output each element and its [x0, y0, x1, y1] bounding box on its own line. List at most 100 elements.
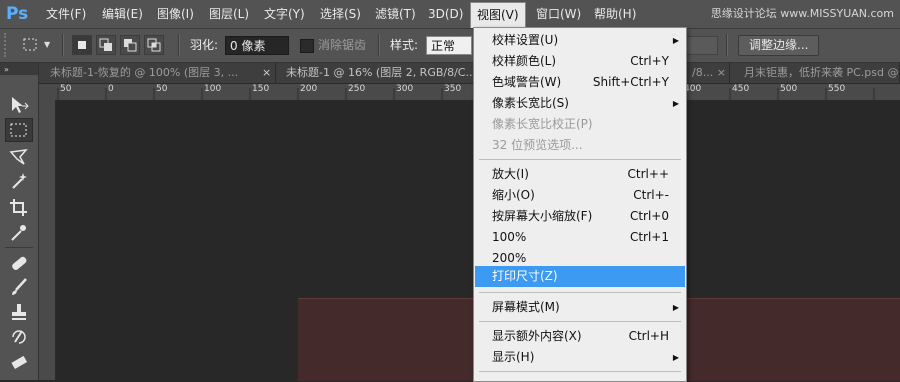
menu-item-screen-mode[interactable]: 屏幕模式(M) ▶ [475, 297, 685, 318]
tab-document-2[interactable]: 未标题-1 @ 16% (图层 2, RGB/8/C... [280, 63, 480, 83]
menu-filter[interactable]: 滤镜(T) [369, 0, 422, 28]
menu-item-label: 校样设置(U) [492, 33, 559, 47]
separator [62, 34, 64, 56]
ruler-label: 450 [732, 84, 750, 94]
menu-type[interactable]: 文字(Y) [258, 0, 311, 28]
crop-tool-icon[interactable] [5, 195, 33, 219]
menu-image[interactable]: 图像(I) [151, 0, 200, 28]
menu-item-label: 屏幕模式(M) [492, 300, 560, 314]
horizontal-ruler: 50 0 50 100 150 200 250 300 350 400 450 … [39, 84, 900, 101]
menu-item-label: 像素长宽比校正(P) [492, 117, 593, 131]
tab-document-1[interactable]: 未标题-1-恢复的 @ 100% (图层 3, ... × [44, 63, 276, 83]
menu-separator [479, 159, 681, 160]
menu-item-label: 打印尺寸(Z) [492, 269, 558, 283]
feather-input[interactable]: 0 像素 [225, 36, 289, 55]
menu-help[interactable]: 帮助(H) [588, 0, 642, 28]
ruler-ticks [57, 88, 875, 100]
menu-item-shortcut: Ctrl+Y [630, 54, 669, 68]
marquee-tool-icon[interactable] [5, 118, 33, 142]
antialias-checkbox[interactable] [300, 39, 314, 53]
tab-document-4[interactable]: 月末钜惠，低折来袭 PC.psd @ [738, 63, 900, 83]
watermark-text: 思缘设计论坛 www.MISSYUAN.com [710, 7, 894, 20]
menu-item-zoom-in[interactable]: 放大(I) Ctrl++ [475, 164, 685, 185]
ruler-label: 300 [396, 84, 414, 94]
history-brush-icon[interactable] [5, 325, 33, 349]
menu-item-fit-screen[interactable]: 按屏幕大小缩放(F) Ctrl+0 [475, 206, 685, 227]
menu-select[interactable]: 选择(S) [314, 0, 367, 28]
eyedropper-icon[interactable] [5, 220, 33, 244]
menu-window[interactable]: 窗口(W) [530, 0, 587, 28]
magic-wand-icon[interactable] [5, 169, 33, 193]
menu-item-shortcut: Ctrl+- [633, 188, 669, 202]
new-selection-icon[interactable] [72, 35, 92, 55]
clone-stamp-icon[interactable] [5, 300, 33, 324]
menu-item-label: 100% [492, 230, 527, 244]
intersect-selection-icon[interactable] [144, 35, 164, 55]
menu-separator [479, 321, 681, 322]
vertical-ruler [39, 100, 56, 380]
tab-label: /8... × [692, 66, 726, 79]
menu-item-zoom-out[interactable]: 缩小(O) Ctrl+- [475, 185, 685, 206]
refine-edge-button[interactable]: 调整边缘... [738, 35, 820, 56]
menu-item-label: 像素长宽比(S) [492, 96, 569, 110]
menu-view[interactable]: 视图(V) [470, 2, 526, 28]
marquee-preset-icon[interactable] [22, 37, 40, 53]
ruler-label: 200 [300, 84, 318, 94]
separator [178, 34, 180, 56]
subtract-selection-icon[interactable] [120, 35, 140, 55]
healing-brush-icon[interactable] [5, 251, 33, 275]
feather-label: 羽化: [190, 38, 219, 52]
tools-panel-header[interactable]: » [0, 63, 38, 75]
menu-item-100-percent[interactable]: 100% Ctrl+1 [475, 227, 685, 248]
menu-item-gamut-warning[interactable]: 色域警告(W) Shift+Ctrl+Y [475, 72, 685, 93]
preset-dropdown-icon[interactable]: ▼ [44, 37, 54, 53]
menu-item-label: 显示额外内容(X) [492, 329, 582, 343]
lasso-tool-icon[interactable] [5, 145, 33, 169]
menu-item-32bit-preview: 32 位预览选项... [475, 135, 685, 156]
ruler-label: 50 [60, 84, 72, 94]
menu-edit[interactable]: 编辑(E) [96, 0, 149, 28]
menu-item-label: 显示(H) [492, 350, 535, 364]
menu-item-show-extras[interactable]: 显示额外内容(X) Ctrl+H [475, 326, 685, 347]
eraser-icon[interactable] [5, 350, 33, 374]
menu-item-pixel-aspect-ratio[interactable]: 像素长宽比(S) ▶ [475, 93, 685, 114]
menu-item-shortcut: Ctrl+H [628, 329, 669, 343]
menu-layer[interactable]: 图层(L) [203, 0, 255, 28]
menu-bar: Ps 文件(F) 编辑(E) 图像(I) 图层(L) 文字(Y) 选择(S) 滤… [0, 0, 900, 29]
menu-item-label: 按屏幕大小缩放(F) [492, 209, 593, 223]
ruler-label: 550 [828, 84, 846, 94]
add-selection-icon[interactable] [96, 35, 116, 55]
separator [378, 34, 380, 56]
style-select[interactable]: 正常 [426, 36, 472, 55]
menu-item-shortcut: Ctrl+0 [629, 209, 669, 223]
menu-item-label: 放大(I) [492, 167, 529, 181]
height-field[interactable] [686, 36, 718, 55]
move-tool-icon[interactable] [5, 93, 33, 117]
menu-item-show[interactable]: 显示(H) ▶ [475, 347, 685, 368]
menu-item-shortcut: Ctrl+1 [629, 230, 669, 244]
photoshop-logo: Ps [6, 4, 29, 24]
menu-separator [479, 371, 681, 372]
submenu-arrow-icon: ▶ [672, 36, 679, 45]
menu-3d[interactable]: 3D(D) [422, 0, 469, 28]
menu-item-print-size[interactable]: 打印尺寸(Z) [475, 266, 685, 287]
menu-item-proof-colors[interactable]: 校样颜色(L) Ctrl+Y [475, 51, 685, 72]
menu-item-shortcut: Shift+Ctrl+Y [592, 75, 669, 89]
style-label: 样式: [390, 38, 419, 52]
options-grip [4, 33, 14, 57]
menu-item-pixel-aspect-correction: 像素长宽比校正(P) [475, 114, 685, 135]
menu-item-proof-setup[interactable]: 校样设置(U) ▶ [475, 30, 685, 51]
antialias-label: 消除锯齿 [318, 38, 367, 52]
menu-item-label: 色域警告(W) [492, 75, 562, 89]
divider [5, 247, 33, 248]
ruler-label: 150 [252, 84, 270, 94]
ruler-label: 350 [444, 84, 462, 94]
tab-label: 未标题-1 @ 16% (图层 2, RGB/8/C... [286, 66, 476, 79]
tab-document-3[interactable]: /8... × [686, 63, 730, 83]
menu-file[interactable]: 文件(F) [40, 0, 92, 28]
ruler-label: 50 [156, 84, 168, 94]
tab-label: 未标题-1-恢复的 @ 100% (图层 3, ... [50, 66, 239, 79]
separator [726, 34, 728, 56]
close-icon[interactable]: × [262, 63, 271, 83]
brush-tool-icon[interactable] [5, 275, 33, 299]
